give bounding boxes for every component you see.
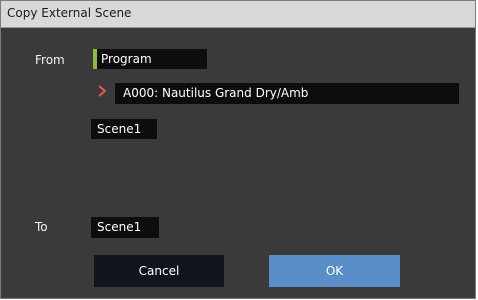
title-bar: Copy External Scene bbox=[1, 1, 475, 28]
from-scene-selector[interactable]: Scene1 bbox=[91, 119, 157, 139]
to-label: To bbox=[35, 220, 48, 234]
active-field-indicator bbox=[93, 49, 97, 69]
from-source-type-value: Program bbox=[101, 52, 152, 66]
ok-button[interactable]: OK bbox=[269, 255, 400, 287]
from-program-value: A000: Nautilus Grand Dry/Amb bbox=[123, 86, 309, 100]
copy-external-scene-dialog: Copy External Scene From Program A000: N… bbox=[0, 0, 476, 299]
from-label: From bbox=[35, 53, 65, 67]
to-scene-selector[interactable]: Scene1 bbox=[91, 217, 159, 238]
to-scene-value: Scene1 bbox=[97, 220, 142, 234]
cancel-button[interactable]: Cancel bbox=[94, 255, 224, 287]
from-program-selector[interactable]: A000: Nautilus Grand Dry/Amb bbox=[115, 83, 459, 104]
dialog-title: Copy External Scene bbox=[7, 6, 132, 20]
chevron-right-icon[interactable] bbox=[95, 84, 109, 98]
from-scene-value: Scene1 bbox=[97, 122, 142, 136]
from-source-type-selector[interactable]: Program bbox=[93, 49, 207, 69]
